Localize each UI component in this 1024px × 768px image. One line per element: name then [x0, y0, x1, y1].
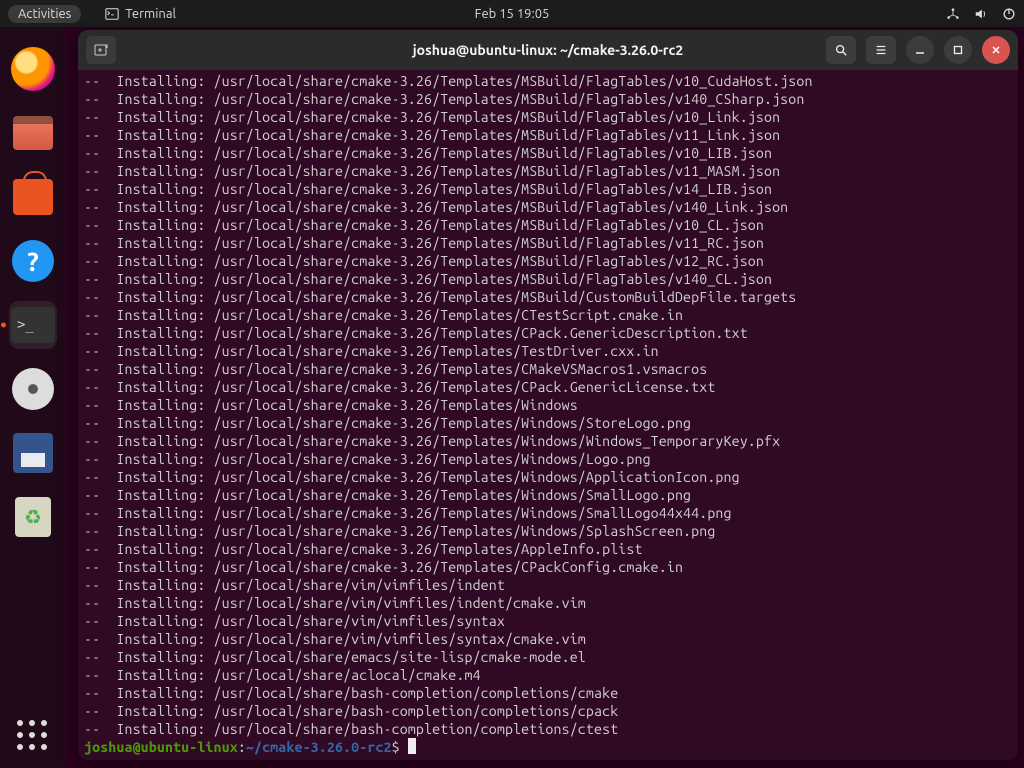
terminal-icon [105, 7, 119, 21]
terminal-line: -- Installing: /usr/local/share/cmake-3.… [84, 162, 1012, 180]
terminal-line: -- Installing: /usr/local/share/cmake-3.… [84, 342, 1012, 360]
hamburger-menu-button[interactable] [866, 36, 896, 64]
terminal-line: -- Installing: /usr/local/share/cmake-3.… [84, 360, 1012, 378]
cursor [408, 738, 416, 754]
terminal-line: -- Installing: /usr/local/share/emacs/si… [84, 648, 1012, 666]
terminal-line: -- Installing: /usr/local/share/bash-com… [84, 702, 1012, 720]
terminal-line: -- Installing: /usr/local/share/cmake-3.… [84, 414, 1012, 432]
active-app-label: Terminal [125, 7, 176, 21]
dock-files[interactable] [9, 109, 57, 157]
menu-icon [874, 43, 888, 57]
new-tab-icon [93, 42, 109, 58]
minimize-button[interactable] [906, 36, 934, 64]
terminal-line: -- Installing: /usr/local/share/aclocal/… [84, 666, 1012, 684]
terminal-line: -- Installing: /usr/local/share/vim/vimf… [84, 612, 1012, 630]
terminal-line: -- Installing: /usr/local/share/cmake-3.… [84, 270, 1012, 288]
save-icon [13, 433, 53, 473]
help-icon: ? [12, 240, 54, 282]
terminal-app-icon: >_ [11, 307, 55, 343]
power-icon[interactable] [1002, 7, 1016, 21]
terminal-line: -- Installing: /usr/local/share/bash-com… [84, 720, 1012, 738]
firefox-icon [11, 47, 55, 91]
maximize-icon [952, 44, 964, 56]
terminal-line: -- Installing: /usr/local/share/cmake-3.… [84, 396, 1012, 414]
terminal-line: -- Installing: /usr/local/share/cmake-3.… [84, 468, 1012, 486]
terminal-line: -- Installing: /usr/local/share/cmake-3.… [84, 72, 1012, 90]
terminal-line: -- Installing: /usr/local/share/cmake-3.… [84, 504, 1012, 522]
terminal-line: -- Installing: /usr/local/share/cmake-3.… [84, 558, 1012, 576]
dock-software[interactable] [9, 173, 57, 221]
terminal-line: -- Installing: /usr/local/share/cmake-3.… [84, 522, 1012, 540]
search-icon [834, 43, 848, 57]
trash-icon: ♻ [15, 497, 51, 537]
dock-help[interactable]: ? [9, 237, 57, 285]
terminal-line: -- Installing: /usr/local/share/cmake-3.… [84, 144, 1012, 162]
new-tab-button[interactable] [86, 36, 116, 64]
window-titlebar[interactable]: joshua@ubuntu-linux: ~/cmake-3.26.0-rc2 [78, 30, 1018, 70]
dock-disc[interactable] [9, 365, 57, 413]
maximize-button[interactable] [944, 36, 972, 64]
terminal-line: -- Installing: /usr/local/share/cmake-3.… [84, 234, 1012, 252]
terminal-line: -- Installing: /usr/local/share/cmake-3.… [84, 378, 1012, 396]
terminal-line: -- Installing: /usr/local/share/vim/vimf… [84, 630, 1012, 648]
terminal-line: -- Installing: /usr/local/share/cmake-3.… [84, 288, 1012, 306]
clock[interactable]: Feb 15 19:05 [475, 7, 550, 21]
terminal-line: -- Installing: /usr/local/share/cmake-3.… [84, 180, 1012, 198]
software-center-icon [13, 179, 53, 215]
shell-prompt[interactable]: joshua@ubuntu-linux:~/cmake-3.26.0-rc2$ [84, 738, 1012, 756]
terminal-line: -- Installing: /usr/local/share/cmake-3.… [84, 450, 1012, 468]
dock-firefox[interactable] [9, 45, 57, 93]
dock: ? >_ ♻ [0, 27, 66, 768]
active-app-indicator[interactable]: Terminal [105, 7, 176, 21]
terminal-line: -- Installing: /usr/local/share/bash-com… [84, 684, 1012, 702]
show-applications-button[interactable] [9, 712, 57, 760]
close-icon [990, 44, 1002, 56]
terminal-line: -- Installing: /usr/local/share/cmake-3.… [84, 540, 1012, 558]
gnome-top-bar: Activities Terminal Feb 15 19:05 [0, 0, 1024, 27]
terminal-line: -- Installing: /usr/local/share/cmake-3.… [84, 90, 1012, 108]
close-button[interactable] [982, 36, 1010, 64]
disc-icon [12, 368, 54, 410]
terminal-line: -- Installing: /usr/local/share/cmake-3.… [84, 432, 1012, 450]
terminal-line: -- Installing: /usr/local/share/cmake-3.… [84, 486, 1012, 504]
terminal-line: -- Installing: /usr/local/share/cmake-3.… [84, 198, 1012, 216]
terminal-line: -- Installing: /usr/local/share/vim/vimf… [84, 594, 1012, 612]
terminal-output[interactable]: -- Installing: /usr/local/share/cmake-3.… [78, 70, 1018, 760]
network-icon[interactable] [946, 7, 960, 21]
terminal-line: -- Installing: /usr/local/share/cmake-3.… [84, 126, 1012, 144]
files-icon [13, 116, 53, 150]
terminal-line: -- Installing: /usr/local/share/cmake-3.… [84, 108, 1012, 126]
search-button[interactable] [826, 36, 856, 64]
terminal-line: -- Installing: /usr/local/share/cmake-3.… [84, 324, 1012, 342]
terminal-line: -- Installing: /usr/local/share/vim/vimf… [84, 576, 1012, 594]
terminal-window: joshua@ubuntu-linux: ~/cmake-3.26.0-rc2 … [78, 30, 1018, 760]
dock-trash[interactable]: ♻ [9, 493, 57, 541]
window-title: joshua@ubuntu-linux: ~/cmake-3.26.0-rc2 [413, 42, 683, 58]
terminal-line: -- Installing: /usr/local/share/cmake-3.… [84, 306, 1012, 324]
activities-button[interactable]: Activities [8, 5, 81, 23]
minimize-icon [914, 44, 926, 56]
volume-icon[interactable] [974, 7, 988, 21]
dock-save[interactable] [9, 429, 57, 477]
apps-grid-icon [17, 720, 49, 752]
terminal-line: -- Installing: /usr/local/share/cmake-3.… [84, 252, 1012, 270]
terminal-line: -- Installing: /usr/local/share/cmake-3.… [84, 216, 1012, 234]
dock-terminal[interactable]: >_ [9, 301, 57, 349]
